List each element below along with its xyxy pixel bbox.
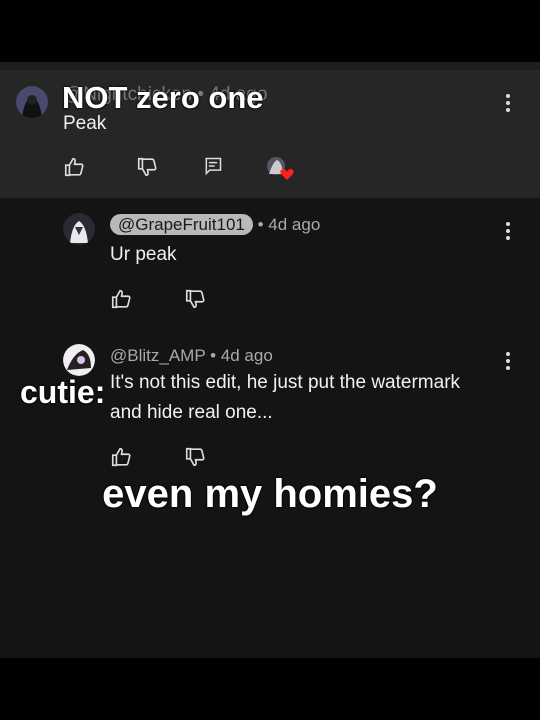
comment-3-meta: @Blitz_AMP • 4d ago — [110, 346, 273, 365]
overlay-caption-bottom: even my homies? — [102, 472, 438, 516]
like-icon[interactable] — [110, 446, 132, 468]
like-icon[interactable] — [110, 288, 132, 310]
dislike-icon[interactable] — [184, 288, 206, 310]
reply-icon[interactable] — [203, 156, 223, 176]
avatar-blitz-amp[interactable] — [63, 344, 95, 376]
panel-top-edge — [0, 62, 540, 70]
more-vert-icon[interactable] — [505, 94, 511, 114]
dislike-icon[interactable] — [184, 446, 206, 468]
avatar-grapefruit101[interactable] — [63, 213, 95, 245]
more-vert-icon[interactable] — [505, 222, 511, 242]
comment-3-text-line-2: and hide real one... — [110, 402, 273, 423]
overlay-caption-top: NOT zero one — [62, 80, 264, 115]
comment-2-text: Ur peak — [110, 244, 177, 265]
comment-2-handle[interactable]: @GrapeFruit101 — [110, 214, 253, 235]
comment-3-time: 4d ago — [220, 346, 273, 365]
more-vert-icon[interactable] — [505, 352, 511, 372]
like-icon[interactable] — [63, 156, 85, 178]
comment-2-time: 4d ago — [268, 215, 321, 234]
comment-3-handle[interactable]: @Blitz_AMP — [110, 346, 205, 365]
avatar-nightchicken[interactable] — [16, 86, 48, 118]
overlay-caption-cutie: cutie: — [20, 374, 106, 410]
creator-heart-icon[interactable] — [265, 156, 295, 182]
dislike-icon[interactable] — [136, 156, 158, 178]
comment-2-meta: @GrapeFruit101 • 4d ago — [110, 214, 321, 235]
comment-3-text-line-1: It's not this edit, he just put the wate… — [110, 372, 461, 393]
